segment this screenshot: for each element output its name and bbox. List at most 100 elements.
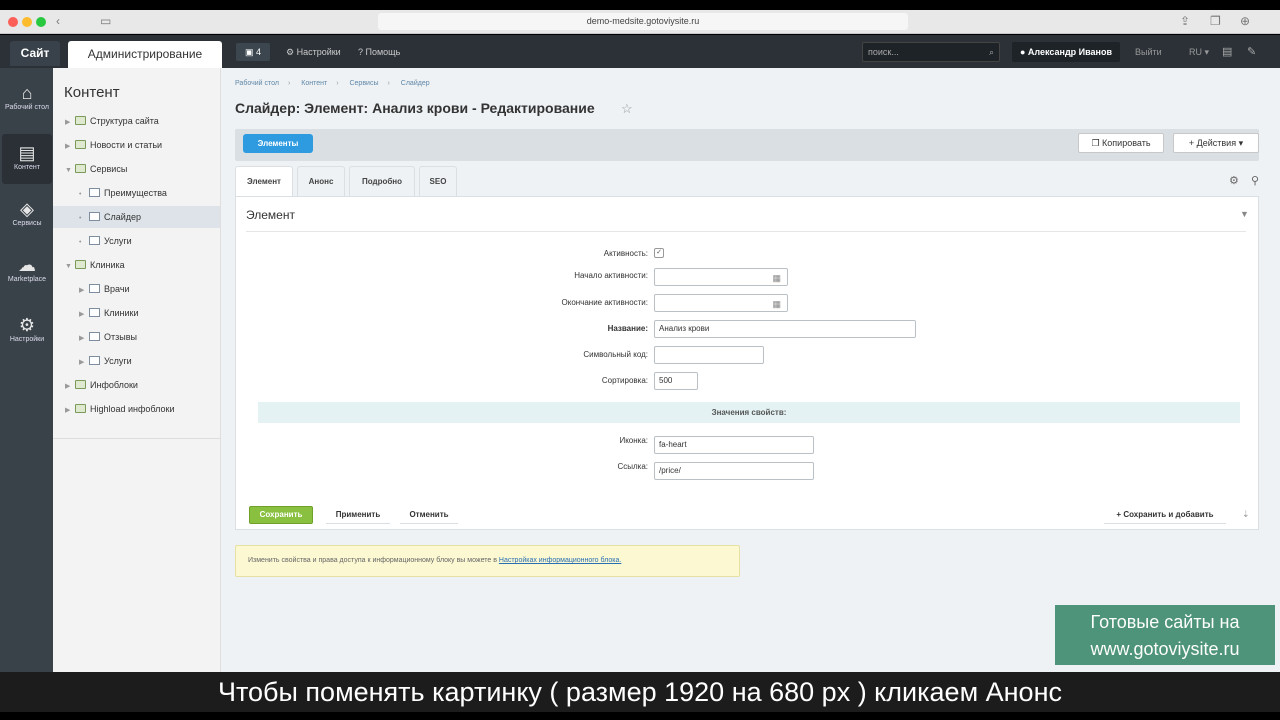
tab-details[interactable]: Подробно: [349, 166, 415, 196]
sidebar-toggle-icon[interactable]: ▭: [100, 14, 111, 28]
admin-tab[interactable]: Администрирование: [68, 41, 222, 68]
tree-item-services-sub[interactable]: • Услуги: [79, 230, 132, 252]
settings-gear-icon[interactable]: ⚙: [1229, 174, 1239, 187]
tree-item-news[interactable]: ▶ Новости и статьи: [65, 134, 162, 156]
download-icon[interactable]: ⊕: [1240, 14, 1250, 28]
tree-item-advantages[interactable]: • Преимущества: [79, 182, 167, 204]
breadcrumb-item[interactable]: Слайдер: [401, 80, 430, 87]
elements-button[interactable]: Элементы: [243, 134, 313, 153]
tree-title: Контент: [64, 84, 120, 101]
tree-item-highload[interactable]: ▶ Highload инфоблоки: [65, 398, 175, 420]
star-icon[interactable]: ☆: [621, 101, 633, 117]
breadcrumb-item[interactable]: Контент: [301, 80, 327, 87]
search-input[interactable]: поиск... ⌕: [862, 42, 1000, 62]
video-subtitle: Чтобы поменять картинку ( размер 1920 на…: [0, 672, 1280, 712]
save-and-add-button[interactable]: + Сохранить и добавить: [1104, 506, 1226, 524]
tabs-icon[interactable]: ❐: [1210, 14, 1221, 28]
infoblock-settings-link[interactable]: Настройках информационного блока.: [499, 557, 621, 564]
menu-desktop[interactable]: ⌂ Рабочий стол: [2, 74, 52, 124]
tree-item-label: Врачи: [104, 284, 130, 294]
collapse-icon[interactable]: ▼: [1240, 209, 1249, 219]
back-icon[interactable]: ‹: [56, 14, 60, 28]
pin-bottom-icon[interactable]: ⇣: [1242, 509, 1250, 520]
tree-item-label: Слайдер: [104, 212, 142, 222]
pin-icon[interactable]: ⚲: [1251, 174, 1259, 187]
tree-item-label: Услуги: [104, 356, 132, 366]
code-input[interactable]: [654, 346, 764, 364]
menu-settings[interactable]: ⚙ Настройки: [2, 306, 52, 356]
tab-seo[interactable]: SEO: [419, 166, 457, 196]
tree-item-label: Преимущества: [104, 188, 167, 198]
page-icon: [89, 356, 100, 365]
language-label: RU: [1189, 47, 1202, 57]
minimize-window-button[interactable]: [22, 17, 32, 27]
notifications-button[interactable]: ▣ 4: [236, 43, 270, 61]
notifications-count: 4: [256, 47, 262, 57]
calendar-icon[interactable]: ▦: [772, 296, 781, 312]
menu-settings-label: Настройки: [9, 336, 45, 343]
language-select[interactable]: RU ▾: [1189, 43, 1209, 61]
content-tree: Контент ▶ Структура сайта ▶ Новости и стат…: [53, 68, 221, 672]
tab-announce[interactable]: Анонс: [297, 166, 345, 196]
menu-marketplace[interactable]: ☁ Marketplace: [2, 246, 52, 296]
end-date-input[interactable]: ▦: [654, 294, 788, 312]
maximize-window-button[interactable]: [36, 17, 46, 27]
left-menu: ⌂ Рабочий стол ▤ Контент ◈ Сервисы ☁ Mar…: [0, 68, 53, 672]
menu-content[interactable]: ▤ Контент: [2, 134, 52, 184]
apply-button[interactable]: Применить: [326, 506, 390, 524]
tree-item-label: Услуги: [104, 236, 132, 246]
tree-item-slider[interactable]: • Слайдер: [53, 206, 220, 228]
copy-button[interactable]: ❐ Копировать: [1078, 133, 1164, 153]
settings-link[interactable]: ⚙ Настройки: [286, 43, 341, 61]
tree-item-site-structure[interactable]: ▶ Структура сайта: [65, 110, 159, 132]
tree-item-infoblocks[interactable]: ▶ Инфоблоки: [65, 374, 138, 396]
pin-icon[interactable]: ✎: [1247, 43, 1256, 61]
folder-icon: [75, 404, 86, 413]
tree-item-reviews[interactable]: ▶ Отзывы: [79, 326, 137, 348]
menu-services[interactable]: ◈ Сервисы: [2, 190, 52, 240]
name-input[interactable]: Анализ крови: [654, 320, 916, 338]
element-form: Элемент ▼ Активность: ✓ Начало активност…: [235, 196, 1259, 530]
link-input[interactable]: /price/: [654, 462, 814, 480]
actions-button[interactable]: + Действия ▾: [1173, 133, 1259, 153]
close-window-button[interactable]: [8, 17, 18, 27]
layers-icon: ◈: [20, 199, 34, 219]
icon-input[interactable]: fa-heart: [654, 436, 814, 454]
tab-element[interactable]: Элемент: [235, 166, 293, 196]
breadcrumb-item[interactable]: Рабочий стол: [235, 80, 279, 87]
tree-item-doctors[interactable]: ▶ Врачи: [79, 278, 130, 300]
calendar-icon[interactable]: ▦: [772, 270, 781, 286]
gear-icon: ⚙: [286, 47, 297, 57]
help-link[interactable]: ? Помощь: [358, 43, 400, 61]
start-date-input[interactable]: ▦: [654, 268, 788, 286]
share-icon[interactable]: ⇪: [1180, 14, 1190, 28]
start-label: Начало активности:: [574, 271, 648, 280]
form-tabs: Элемент Анонс Подробно SEO ⚙ ⚲: [235, 166, 1259, 196]
section-title: Элемент: [246, 208, 295, 222]
tree-item-clinics[interactable]: ▶ Клиники: [79, 302, 138, 324]
sort-input[interactable]: 500: [654, 372, 698, 390]
tree-item-label: Новости и статьи: [90, 140, 163, 150]
screen-icon[interactable]: ▤: [1222, 43, 1232, 61]
search-icon[interactable]: ⌕: [989, 43, 994, 61]
home-icon: ⌂: [21, 83, 33, 103]
folder-icon: [75, 164, 86, 173]
logout-link[interactable]: Выйти: [1135, 43, 1162, 61]
help-icon: ?: [358, 47, 366, 57]
cancel-button[interactable]: Отменить: [400, 506, 458, 524]
user-menu[interactable]: ● Александр Иванов: [1012, 42, 1120, 62]
address-bar[interactable]: demo-medsite.gotoviysite.ru: [378, 13, 908, 30]
tree-item-clinic[interactable]: ▼ Клиника: [65, 254, 125, 276]
gear-icon: ⚙: [18, 315, 36, 335]
element-toolbar: Элементы ❐ Копировать + Действия ▾: [235, 129, 1259, 161]
active-checkbox[interactable]: ✓: [654, 248, 664, 258]
breadcrumb-item[interactable]: Сервисы: [349, 80, 378, 87]
tree-item-services[interactable]: ▼ Сервисы: [65, 158, 127, 180]
menu-content-label: Контент: [14, 164, 40, 171]
tree-item-label: Highload инфоблоки: [90, 404, 175, 414]
tree-item-clinic-services[interactable]: ▶ Услуги: [79, 350, 132, 372]
user-name: Александр Иванов: [1027, 47, 1113, 57]
save-button[interactable]: Сохранить: [249, 506, 313, 524]
site-tab[interactable]: Сайт: [10, 41, 60, 66]
breadcrumb: Рабочий стол › Контент › Сервисы › Слайдер: [235, 80, 430, 87]
